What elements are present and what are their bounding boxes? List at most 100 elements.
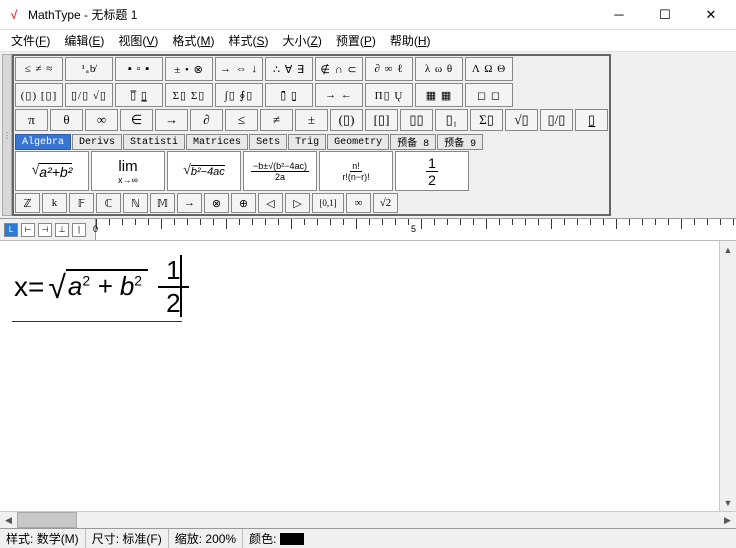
preset-discriminant[interactable]: √b²−4ac bbox=[167, 151, 241, 191]
tabstop-left[interactable]: L bbox=[4, 223, 18, 237]
sym-operators[interactable]: ± • ⊗ bbox=[165, 57, 213, 81]
qtpl-frac[interactable]: ▯/▯ bbox=[540, 109, 573, 131]
qtpl-sub[interactable]: ▯₁ bbox=[435, 109, 468, 131]
ssym-F[interactable]: 𝔽 bbox=[69, 193, 94, 213]
ssym-interval[interactable]: [0,1] bbox=[312, 193, 344, 213]
preset-pythagoras[interactable]: √a²+b² bbox=[15, 151, 89, 191]
scroll-thumb[interactable] bbox=[17, 512, 77, 528]
ssym-oplus[interactable]: ⊕ bbox=[231, 193, 256, 213]
qsym-theta[interactable]: θ bbox=[50, 109, 83, 131]
preset-limit[interactable]: limx→∞ bbox=[91, 151, 165, 191]
tpl-fractions[interactable]: ▯/▯ √▯ bbox=[65, 83, 113, 107]
sym-arrows[interactable]: → ⇔ ↓ bbox=[215, 57, 263, 81]
status-style[interactable]: 样式: 数学(M) bbox=[0, 529, 86, 548]
tpl-matrices[interactable]: ▦ ▦ bbox=[415, 83, 463, 107]
menu-view[interactable]: 视图(V) bbox=[111, 30, 165, 51]
menu-size[interactable]: 大小(Z) bbox=[275, 30, 328, 51]
tabstop-decimal[interactable]: ⊥ bbox=[55, 223, 69, 237]
minimize-button[interactable]: ─ bbox=[596, 0, 642, 30]
tab-matrices[interactable]: Matrices bbox=[186, 134, 248, 150]
sym-embellish[interactable]: ▪ ▫ ▪ bbox=[115, 57, 163, 81]
preset-quadratic[interactable]: −b±√(b²−4ac)2a bbox=[243, 151, 317, 191]
tpl-subsup[interactable]: ▯̅ ▯̲ bbox=[115, 83, 163, 107]
ssym-Z[interactable]: ℤ bbox=[15, 193, 40, 213]
menu-style[interactable]: 样式(S) bbox=[221, 30, 275, 51]
sym-logic[interactable]: ∴ ∀ ∃ bbox=[265, 57, 313, 81]
menu-edit[interactable]: 编辑(E) bbox=[57, 30, 111, 51]
tab-derivs[interactable]: Derivs bbox=[72, 134, 122, 150]
ssym-C[interactable]: ℂ bbox=[96, 193, 121, 213]
ssym-M[interactable]: 𝕄 bbox=[150, 193, 175, 213]
tab-geometry[interactable]: Geometry bbox=[327, 134, 389, 150]
equation-editor[interactable]: x= √ a2 + b2 1 2 ▲ ▼ bbox=[0, 241, 736, 511]
qsym-arrow[interactable]: → bbox=[155, 109, 188, 131]
radical-icon: √ bbox=[48, 269, 66, 305]
qtpl-under[interactable]: ▯̲ bbox=[575, 109, 608, 131]
qtpl-paren[interactable]: (▯) bbox=[330, 109, 363, 131]
vertical-scrollbar[interactable]: ▲ ▼ bbox=[719, 241, 736, 511]
tab-preset-9[interactable]: 预备 9 bbox=[437, 134, 483, 150]
qtpl-sup[interactable]: ▯▯ bbox=[400, 109, 433, 131]
tab-preset-8[interactable]: 预备 8 bbox=[390, 134, 436, 150]
ssym-N[interactable]: ℕ bbox=[123, 193, 148, 213]
scroll-left-icon[interactable]: ◀ bbox=[0, 512, 17, 528]
ssym-otimes[interactable]: ⊗ bbox=[204, 193, 229, 213]
tpl-products[interactable]: Π▯ Ų bbox=[365, 83, 413, 107]
tabstop-right[interactable]: ⊣ bbox=[38, 223, 52, 237]
qsym-pi[interactable]: π bbox=[15, 109, 48, 131]
tab-trig[interactable]: Trig bbox=[288, 134, 326, 150]
sym-greek-lower[interactable]: λ ω θ bbox=[415, 57, 463, 81]
tpl-fences[interactable]: (▯) [▯] bbox=[15, 83, 63, 107]
tpl-sums[interactable]: Σ▯ Σ▯ bbox=[165, 83, 213, 107]
sym-spaces[interactable]: ¹ₐb̸ bbox=[65, 57, 113, 81]
preset-half[interactable]: 12 bbox=[395, 151, 469, 191]
menu-help[interactable]: 帮助(H) bbox=[383, 30, 438, 51]
ssym-sqrt2[interactable]: √2 bbox=[373, 193, 398, 213]
ssym-infty[interactable]: ∞ bbox=[346, 193, 371, 213]
menu-file[interactable]: 文件(F) bbox=[4, 30, 57, 51]
tabstop-bar[interactable]: | bbox=[72, 223, 86, 237]
menu-prefs[interactable]: 预置(P) bbox=[329, 30, 383, 51]
scroll-track[interactable] bbox=[17, 512, 719, 528]
preset-binomial[interactable]: n!r!(n−r)! bbox=[319, 151, 393, 191]
horizontal-scrollbar[interactable]: ◀ ▶ bbox=[0, 511, 736, 528]
scroll-right-icon[interactable]: ▶ bbox=[719, 512, 736, 528]
qsym-partial[interactable]: ∂ bbox=[190, 109, 223, 131]
app-icon: √ bbox=[6, 7, 22, 23]
status-zoom[interactable]: 缩放: 200% bbox=[169, 529, 243, 548]
ssym-k[interactable]: k bbox=[42, 193, 67, 213]
tab-statistics[interactable]: Statisti bbox=[123, 134, 185, 150]
tpl-labeled-arrows[interactable]: → ← bbox=[315, 83, 363, 107]
maximize-button[interactable]: ☐ bbox=[642, 0, 688, 30]
sym-set[interactable]: ∉ ∩ ⊂ bbox=[315, 57, 363, 81]
equation-content[interactable]: x= √ a2 + b2 1 2 bbox=[14, 255, 189, 319]
qsym-infty[interactable]: ∞ bbox=[85, 109, 118, 131]
qsym-pm[interactable]: ± bbox=[295, 109, 328, 131]
tpl-overbar[interactable]: ▯̄ ▯̱ bbox=[265, 83, 313, 107]
scroll-down-icon[interactable]: ▼ bbox=[720, 494, 736, 511]
close-button[interactable]: ✕ bbox=[688, 0, 734, 30]
tpl-integrals[interactable]: ∫▯ ∮▯ bbox=[215, 83, 263, 107]
palette-handle-left[interactable]: ⋮ bbox=[2, 54, 12, 216]
status-size[interactable]: 尺寸: 标准(F) bbox=[86, 529, 169, 548]
ssym-arrow[interactable]: → bbox=[177, 193, 202, 213]
tabstop-center[interactable]: ⊢ bbox=[21, 223, 35, 237]
sym-relations[interactable]: ≤ ≠ ≈ bbox=[15, 57, 63, 81]
qtpl-bracket[interactable]: [▯] bbox=[365, 109, 398, 131]
tab-sets[interactable]: Sets bbox=[249, 134, 287, 150]
menu-format[interactable]: 格式(M) bbox=[165, 30, 221, 51]
ssym-rtri[interactable]: ▷ bbox=[285, 193, 310, 213]
sym-greek-upper[interactable]: Λ Ω Θ bbox=[465, 57, 513, 81]
qsym-le[interactable]: ≤ bbox=[225, 109, 258, 131]
status-color[interactable]: 颜色: bbox=[243, 529, 310, 548]
ssym-ltri[interactable]: ◁ bbox=[258, 193, 283, 213]
qtpl-sum[interactable]: Σ▯ bbox=[470, 109, 503, 131]
qtpl-sqrt[interactable]: √▯ bbox=[505, 109, 538, 131]
qsym-ne[interactable]: ≠ bbox=[260, 109, 293, 131]
qsym-in[interactable]: ∈ bbox=[120, 109, 153, 131]
tab-algebra[interactable]: Algebra bbox=[15, 134, 71, 150]
scroll-up-icon[interactable]: ▲ bbox=[720, 241, 736, 258]
ruler[interactable]: 0 5 bbox=[95, 219, 736, 240]
tpl-boxes[interactable]: ◻ ◻ bbox=[465, 83, 513, 107]
sym-misc[interactable]: ∂ ∞ ℓ bbox=[365, 57, 413, 81]
